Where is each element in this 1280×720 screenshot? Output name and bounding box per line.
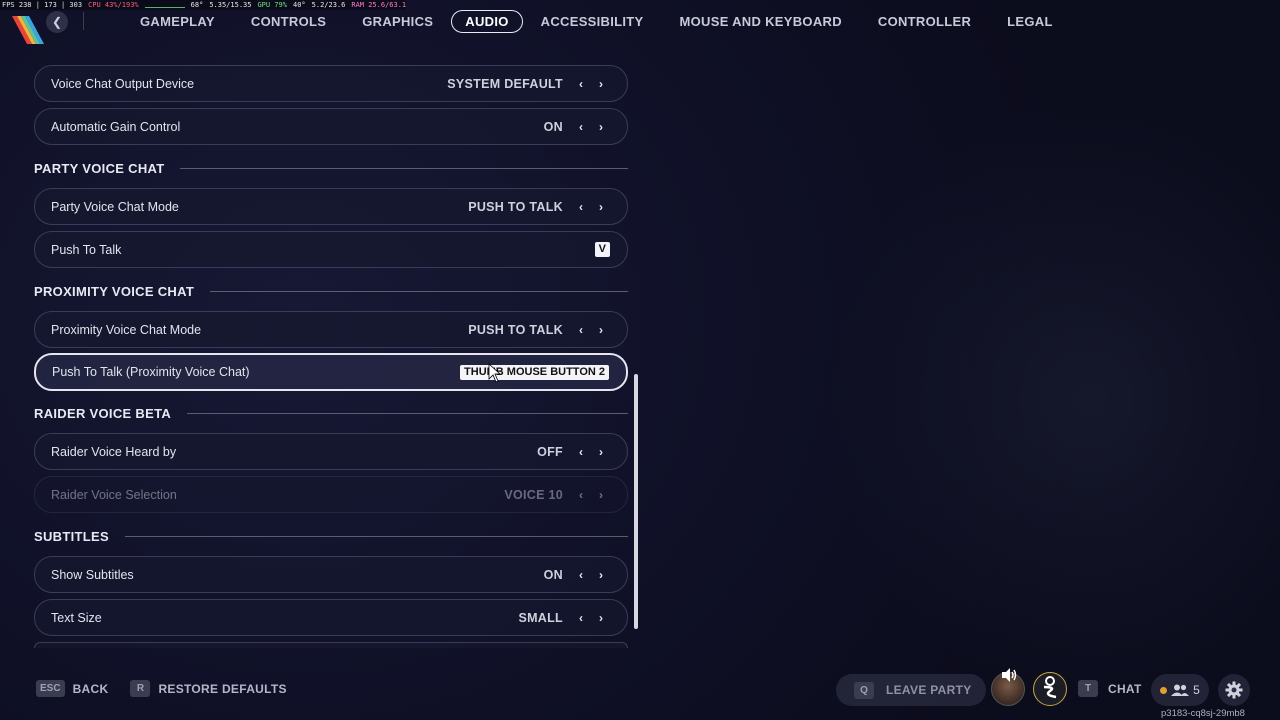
chevron-right-icon[interactable]: › <box>591 568 611 582</box>
snake-emblem-icon <box>1043 676 1057 699</box>
setting-value: SYSTEM DEFAULT <box>447 76 563 91</box>
esc-key-badge: ESC <box>36 680 65 697</box>
chevron-right-icon[interactable]: › <box>591 77 611 91</box>
tab-audio[interactable]: AUDIO <box>451 10 523 33</box>
setting-row-push-to-talk-proximity[interactable]: Push To Talk (Proximity Voice Chat) THUM… <box>34 353 628 391</box>
section-header-raider-voice-beta: RAIDER VOICE BETA <box>34 403 628 423</box>
setting-label: Voice Chat Output Device <box>51 76 195 91</box>
speaker-icon <box>1002 668 1017 682</box>
cpu-graph <box>144 2 185 8</box>
section-header-proximity-voice-chat: PROXIMITY VOICE CHAT <box>34 281 628 301</box>
setting-label: Push To Talk <box>51 242 122 257</box>
tab-legal[interactable]: LEGAL <box>989 9 1071 34</box>
section-title: SUBTITLES <box>34 528 109 544</box>
chevron-left-icon[interactable]: ‹ <box>571 611 591 625</box>
tab-graphics[interactable]: GRAPHICS <box>344 9 451 34</box>
chevron-right-icon[interactable]: › <box>591 200 611 214</box>
nav-back-button[interactable]: ❮ <box>46 11 68 33</box>
friends-icon <box>1171 684 1190 696</box>
chevron-left-icon[interactable]: ‹ <box>571 200 591 214</box>
setting-row-raider-voice-selection: Raider Voice Selection VOICE 10 ‹ › <box>34 476 628 513</box>
section-divider <box>124 535 628 537</box>
chevron-right-icon[interactable]: › <box>591 323 611 337</box>
setting-row-party-voice-chat-mode[interactable]: Party Voice Chat Mode PUSH TO TALK ‹ › <box>34 188 628 225</box>
tab-mouse-and-keyboard[interactable]: MOUSE AND KEYBOARD <box>662 9 860 34</box>
setting-row-text-size[interactable]: Text Size SMALL ‹ › <box>34 599 628 636</box>
setting-row-voice-output-device[interactable]: Voice Chat Output Device SYSTEM DEFAULT … <box>34 65 628 102</box>
status-dot <box>1160 686 1168 694</box>
setting-label: Proximity Voice Chat Mode <box>51 322 202 337</box>
t-key-badge: T <box>1078 680 1098 697</box>
setting-label: Raider Voice Heard by <box>51 444 177 459</box>
section-title: RAIDER VOICE BETA <box>34 405 172 421</box>
setting-value: VOICE 10 <box>504 487 563 502</box>
chevron-left-icon[interactable]: ‹ <box>571 445 591 459</box>
chevron-right-icon[interactable]: › <box>591 611 611 625</box>
bottom-hints: ESC BACK R RESTORE DEFAULTS <box>36 680 301 697</box>
leave-party-button[interactable]: Q LEAVE PARTY <box>836 674 986 706</box>
setting-label: Text Size <box>51 610 102 625</box>
setting-value: PUSH TO TALK <box>468 322 563 337</box>
tab-controller[interactable]: CONTROLLER <box>860 9 989 34</box>
section-header-subtitles: SUBTITLES <box>34 526 628 546</box>
chevron-left-icon: ❮ <box>51 15 63 29</box>
game-logo <box>12 16 44 44</box>
setting-row-partial <box>34 642 628 648</box>
mouse-cursor-icon <box>488 363 502 383</box>
r-key-badge: R <box>130 680 151 697</box>
friends-button[interactable]: 5 <box>1151 674 1209 706</box>
setting-value: ON <box>543 119 563 134</box>
settings-tabs: GAMEPLAY CONTROLS GRAPHICS AUDIO ACCESSI… <box>122 9 1071 34</box>
gear-icon <box>1225 681 1243 699</box>
q-key-badge: Q <box>854 681 874 699</box>
setting-row-automatic-gain-control[interactable]: Automatic Gain Control ON ‹ › <box>34 108 628 145</box>
back-button[interactable]: BACK <box>73 682 109 696</box>
setting-value: PUSH TO TALK <box>468 199 563 214</box>
chevron-right-icon[interactable]: › <box>591 120 611 134</box>
chevron-left-icon[interactable]: ‹ <box>571 323 591 337</box>
section-divider <box>210 290 628 292</box>
section-header-party-voice-chat: PARTY VOICE CHAT <box>34 158 628 178</box>
restore-defaults-button[interactable]: RESTORE DEFAULTS <box>158 682 286 696</box>
setting-row-proximity-voice-chat-mode[interactable]: Proximity Voice Chat Mode PUSH TO TALK ‹… <box>34 311 628 348</box>
section-title: PROXIMITY VOICE CHAT <box>34 283 195 299</box>
party-member-avatar[interactable] <box>1033 672 1067 706</box>
tab-gameplay[interactable]: GAMEPLAY <box>122 9 233 34</box>
setting-row-raider-voice-heard-by[interactable]: Raider Voice Heard by OFF ‹ › <box>34 433 628 470</box>
setting-value: SMALL <box>518 610 563 625</box>
nav-divider <box>83 12 84 30</box>
session-id: p3183-cq8sj-29mb8 <box>1161 708 1245 719</box>
setting-label: Automatic Gain Control <box>51 119 181 134</box>
setting-value: OFF <box>537 444 563 459</box>
setting-label: Show Subtitles <box>51 567 134 582</box>
section-title: PARTY VOICE CHAT <box>34 160 165 176</box>
leave-party-label: LEAVE PARTY <box>886 683 972 697</box>
tab-controls[interactable]: CONTROLS <box>233 9 344 34</box>
setting-row-show-subtitles[interactable]: Show Subtitles ON ‹ › <box>34 556 628 593</box>
settings-scrollbar[interactable] <box>634 374 638 629</box>
setting-value: ON <box>543 567 563 582</box>
chevron-left-icon[interactable]: ‹ <box>571 120 591 134</box>
keybind-value[interactable]: THUMB MOUSE BUTTON 2 <box>460 364 609 380</box>
setting-label: Raider Voice Selection <box>51 487 177 502</box>
chevron-right-icon: › <box>599 487 603 502</box>
chevron-left-icon: ‹ <box>579 487 583 502</box>
section-divider <box>180 167 628 169</box>
chevron-left-icon[interactable]: ‹ <box>571 77 591 91</box>
friends-count: 5 <box>1193 683 1200 697</box>
keybind-value[interactable]: V <box>594 242 610 257</box>
setting-label: Push To Talk (Proximity Voice Chat) <box>52 365 250 379</box>
section-divider <box>187 412 628 414</box>
chevron-left-icon[interactable]: ‹ <box>571 568 591 582</box>
chat-hint[interactable]: T CHAT <box>1078 680 1142 697</box>
tab-accessibility[interactable]: ACCESSIBILITY <box>523 9 662 34</box>
chevron-right-icon[interactable]: › <box>591 445 611 459</box>
setting-label: Party Voice Chat Mode <box>51 199 179 214</box>
chat-label: CHAT <box>1108 681 1142 696</box>
settings-button[interactable] <box>1218 674 1250 706</box>
setting-row-push-to-talk[interactable]: Push To Talk V <box>34 231 628 268</box>
